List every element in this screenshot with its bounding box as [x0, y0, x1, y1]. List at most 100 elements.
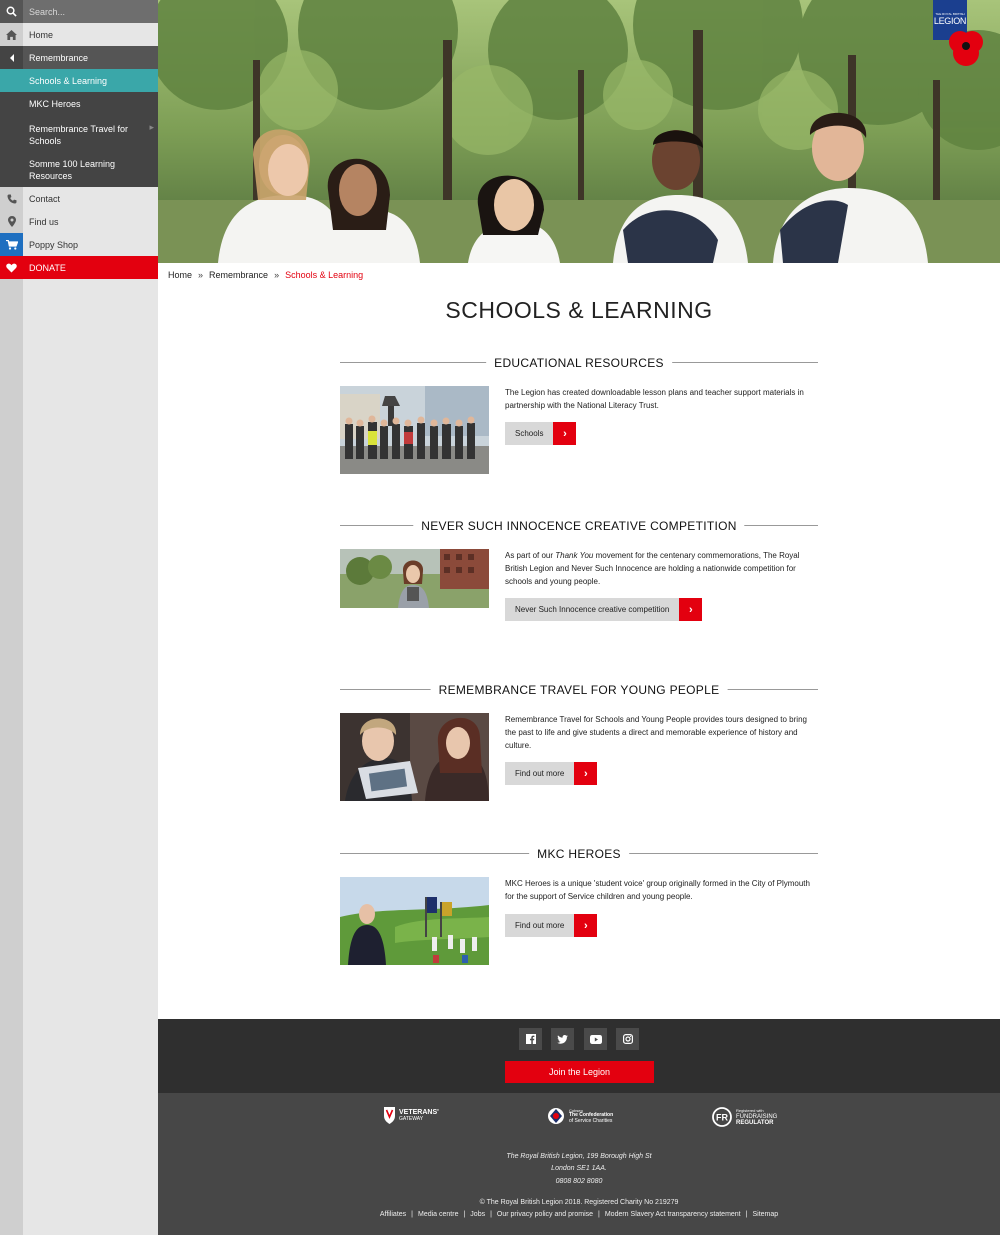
search-input[interactable] [23, 6, 151, 17]
breadcrumb: Home » Remembrance » Schools & Learning [168, 270, 363, 280]
sidebar-item-home[interactable]: Home [0, 23, 158, 46]
partner-sub: GATEWAY [399, 1115, 424, 1122]
cobseo-logo[interactable]: Cobseo The Confederation of Service Char… [547, 1107, 613, 1125]
footer-links: Affiliates | Media centre | Jobs | Our priv… [158, 1211, 1000, 1218]
cobseo-emblem-icon [548, 1108, 564, 1124]
chevron-right-icon: › [679, 598, 703, 621]
sidebar-item-remembrance[interactable]: Remembrance [0, 46, 158, 69]
sidebar-item-schools-learning[interactable]: Schools & Learning [0, 69, 158, 92]
sidebar-item-find-us[interactable]: Find us [0, 210, 158, 233]
sidebar-item-mkc-heroes[interactable]: MKC Heroes [0, 92, 158, 115]
logo-name: LEGION [933, 16, 967, 26]
cart-icon [0, 233, 23, 256]
search-icon[interactable] [0, 0, 23, 23]
button-label: Find out more [505, 914, 575, 937]
instagram-icon[interactable] [616, 1028, 639, 1050]
chevron-right-icon[interactable]: ▸ [149, 121, 154, 133]
twitter-icon[interactable] [551, 1028, 574, 1050]
phone-number: 0808 802 8080 [555, 1178, 603, 1185]
section-description: As part of our Thank You movement for th… [505, 549, 817, 588]
partner-text: Registered with FUNDRAISING REGULATOR [736, 1108, 777, 1126]
page-title: SCHOOLS & LEARNING [445, 297, 713, 323]
partner-text: Cobseo The Confederation of Service Char… [569, 1108, 613, 1125]
section-title: EDUCATIONAL RESOURCES [486, 356, 672, 370]
poppy-icon [949, 31, 983, 66]
royal-british-legion-logo[interactable]: THE ROYAL BRITISH LEGION [927, 0, 983, 70]
sidebar-item-label: MKC Heroes [29, 98, 81, 109]
find-out-more-travel-button[interactable]: Find out more › [505, 762, 598, 785]
sidebar-item-somme-100[interactable]: Somme 100 Learning Resources [0, 153, 158, 187]
section-description: The Legion has created downloadable less… [505, 388, 804, 410]
chevron-right-icon: › [574, 762, 598, 785]
section-title: MKC HEROES [529, 847, 629, 861]
heart-icon [0, 256, 23, 279]
home-icon [0, 23, 23, 46]
address-line: The Royal British Legion, 199 Borough Hi… [506, 1153, 652, 1160]
link-separator: | [745, 1211, 748, 1218]
schools-button[interactable]: Schools › [505, 422, 577, 445]
section-description: MKC Heroes is a unique 'student voice' g… [505, 879, 810, 901]
section-image [340, 877, 489, 965]
hero-image: THE ROYAL BRITISH LEGION [158, 0, 1000, 263]
sidebar-item-label: Remembrance [29, 52, 89, 63]
section-heading: NEVER SUCH INNOCENCE CREATIVE COMPETITIO… [340, 519, 818, 533]
section-heading: REMEMBRANCE TRAVEL FOR YOUNG PEOPLE [340, 683, 818, 697]
double-chevron-right-icon: » [274, 270, 280, 280]
button-label: Never Such Innocence creative competitio… [505, 598, 680, 621]
shield-icon [384, 1107, 395, 1124]
partner-text: VETERANS' GATEWAY [399, 1109, 439, 1123]
find-out-more-mkc-button[interactable]: Find out more › [505, 914, 598, 937]
section-mkc-heroes: MKC HEROES MKC Heroes is a unique 'stude… [340, 847, 818, 965]
facebook-icon[interactable] [519, 1028, 542, 1050]
section-title: REMEMBRANCE TRAVEL FOR YOUNG PEOPLE [430, 683, 728, 697]
chevron-left-icon[interactable] [0, 46, 23, 69]
sidebar-nav: Home Remembrance Schools & Learning MKC … [0, 0, 158, 1235]
breadcrumb-home-link[interactable]: Home [168, 270, 192, 280]
sidebar-item-remembrance-travel[interactable]: Remembrance Travel for Schools ▸ [0, 117, 158, 153]
sidebar-item-donate[interactable]: DONATE [0, 256, 158, 279]
youtube-icon[interactable] [584, 1028, 607, 1050]
chevron-right-icon: › [553, 422, 577, 445]
section-image [340, 549, 489, 608]
description-text: As part of our [505, 551, 556, 560]
sidebar-item-poppy-shop[interactable]: Poppy Shop [0, 233, 158, 256]
fundraising-regulator-logo[interactable]: FR Registered with FUNDRAISING REGULATOR [712, 1107, 777, 1127]
sidebar-item-contact[interactable]: Contact [0, 187, 158, 210]
section-image [340, 713, 489, 801]
address-line: London SE1 1AA. [551, 1165, 607, 1172]
section-title: NEVER SUCH INNOCENCE CREATIVE COMPETITIO… [413, 519, 745, 533]
footer-link-privacy[interactable]: Our privacy policy and promise [497, 1211, 593, 1218]
link-separator: | [463, 1211, 466, 1218]
join-the-legion-button[interactable]: Join the Legion [505, 1061, 654, 1083]
footer-link-affiliates[interactable]: Affiliates [380, 1211, 406, 1218]
footer-link-jobs[interactable]: Jobs [470, 1211, 485, 1218]
breadcrumb-remembrance-link[interactable]: Remembrance [209, 270, 268, 280]
section-heading: EDUCATIONAL RESOURCES [340, 356, 818, 370]
footer-link-sitemap[interactable]: Sitemap [752, 1211, 778, 1218]
fr-badge-icon: FR [712, 1107, 732, 1127]
section-remembrance-travel: REMEMBRANCE TRAVEL FOR YOUNG PEOPLE Reme… [340, 683, 818, 801]
footer-link-media-centre[interactable]: Media centre [418, 1211, 458, 1218]
section-description: Remembrance Travel for Schools and Young… [505, 715, 807, 750]
chevron-right-icon: › [574, 914, 598, 937]
search-row [0, 0, 158, 23]
sidebar-item-label: Contact [29, 193, 61, 204]
sidebar-item-label: Find us [29, 216, 59, 227]
veterans-gateway-logo[interactable]: VETERANS' GATEWAY [384, 1107, 439, 1124]
button-label: Schools [505, 422, 554, 445]
partner-name: VETERANS' [399, 1108, 439, 1116]
link-separator: | [411, 1211, 413, 1218]
button-label: Find out more [505, 762, 575, 785]
partner-sub: REGULATOR [736, 1120, 774, 1126]
double-chevron-right-icon: » [198, 270, 204, 280]
sidebar-submenu: Schools & Learning MKC Heroes Remembranc… [0, 69, 158, 187]
section-educational-resources: EDUCATIONAL RESOURCES The Legion has cre… [340, 356, 818, 474]
footer-link-modern-slavery[interactable]: Modern Slavery Act transparency statemen… [605, 1211, 741, 1218]
section-heading: MKC HEROES [340, 847, 818, 861]
phone-icon [0, 187, 23, 210]
sidebar-item-label: Schools & Learning [29, 75, 108, 86]
section-never-such-innocence: NEVER SUCH INNOCENCE CREATIVE COMPETITIO… [340, 519, 818, 621]
never-such-innocence-button[interactable]: Never Such Innocence creative competitio… [505, 598, 703, 621]
breadcrumb-current: Schools & Learning [285, 270, 364, 280]
sidebar-item-label: Home [29, 29, 54, 40]
